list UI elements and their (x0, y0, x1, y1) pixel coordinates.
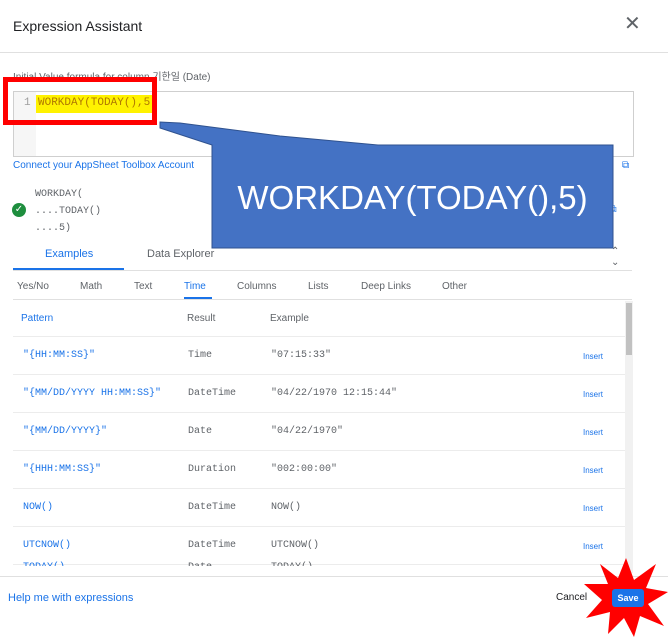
annotation-callout (159, 121, 614, 249)
callout-text: WORKDAY(TODAY(),5) (237, 179, 588, 216)
